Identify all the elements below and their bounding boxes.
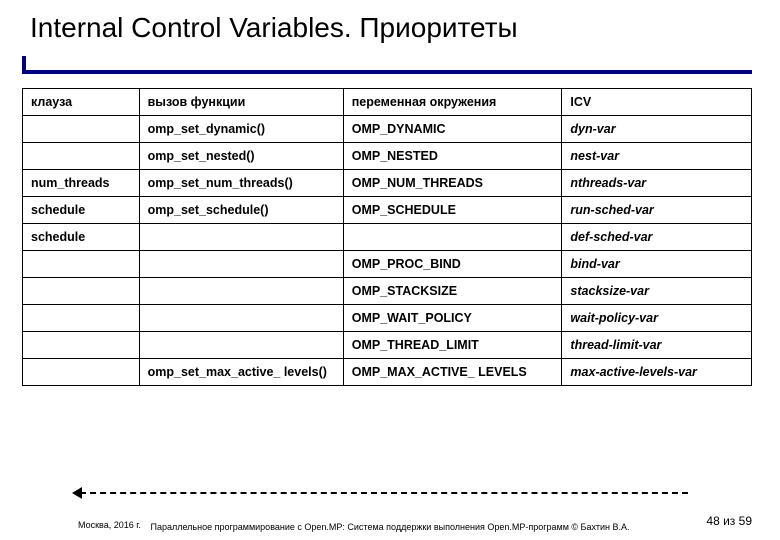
content-area: клауза вызов функции переменная окружени… <box>0 80 780 386</box>
table-row: OMP_STACKSIZE stacksize-var <box>23 278 752 305</box>
table-row: schedule omp_set_schedule() OMP_SCHEDULE… <box>23 197 752 224</box>
table-header-row: клауза вызов функции переменная окружени… <box>23 89 752 116</box>
slide: Internal Control Variables. Приоритеты к… <box>0 0 780 540</box>
table-row: omp_set_max_active_ levels() OMP_MAX_ACT… <box>23 359 752 386</box>
table-row: omp_set_dynamic() OMP_DYNAMIC dyn-var <box>23 116 752 143</box>
footer-page-number: 48 из 59 <box>706 514 752 528</box>
page-title: Internal Control Variables. Приоритеты <box>30 12 518 43</box>
footer-center: Параллельное программирование с Open.MP:… <box>0 522 780 532</box>
priority-arrow-line <box>80 492 688 494</box>
header-clause: клауза <box>23 89 140 116</box>
table-row: OMP_THREAD_LIMIT thread-limit-var <box>23 332 752 359</box>
header-function: вызов функции <box>139 89 343 116</box>
table-row: num_threads omp_set_num_threads() OMP_NU… <box>23 170 752 197</box>
title-underline <box>22 70 752 74</box>
header-envvar: переменная окружения <box>343 89 562 116</box>
header-icv: ICV <box>562 89 752 116</box>
table-row: schedule def-sched-var <box>23 224 752 251</box>
priority-arrow-head-icon <box>72 487 82 499</box>
table-row: omp_set_nested() OMP_NESTED nest-var <box>23 143 752 170</box>
title-bar: Internal Control Variables. Приоритеты <box>0 0 780 80</box>
footer: Москва, 2016 г. Параллельное программиро… <box>0 492 780 532</box>
table-row: OMP_PROC_BIND bind-var <box>23 251 752 278</box>
table-row: OMP_WAIT_POLICY wait-policy-var <box>23 305 752 332</box>
icv-table: клауза вызов функции переменная окружени… <box>22 88 752 386</box>
